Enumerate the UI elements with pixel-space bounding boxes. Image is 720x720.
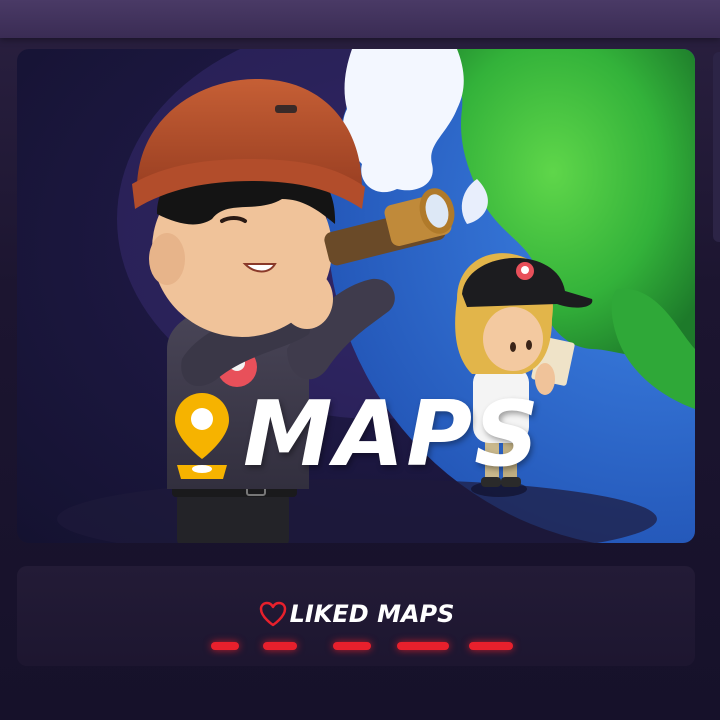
maps-screen: MAPS LIKED MAPS: [0, 0, 720, 720]
top-bar: [0, 0, 720, 38]
next-card-peek[interactable]: [713, 52, 720, 242]
indicator-dash: [211, 642, 239, 650]
indicator-dash: [469, 642, 513, 650]
indicator-dash: [397, 642, 449, 650]
maps-title: MAPS: [17, 389, 695, 481]
indicator-dash: [263, 642, 297, 650]
maps-title-text: MAPS: [243, 382, 541, 487]
liked-maps-indicator: [17, 642, 695, 652]
maps-card[interactable]: MAPS: [17, 49, 695, 543]
indicator-dash: [333, 642, 371, 650]
map-pin-icon: [175, 393, 229, 479]
liked-maps-title: LIKED MAPS: [17, 600, 695, 628]
liked-maps-card[interactable]: LIKED MAPS: [17, 566, 695, 666]
heart-outline-icon: [259, 601, 286, 627]
liked-maps-label: LIKED MAPS: [289, 600, 455, 628]
